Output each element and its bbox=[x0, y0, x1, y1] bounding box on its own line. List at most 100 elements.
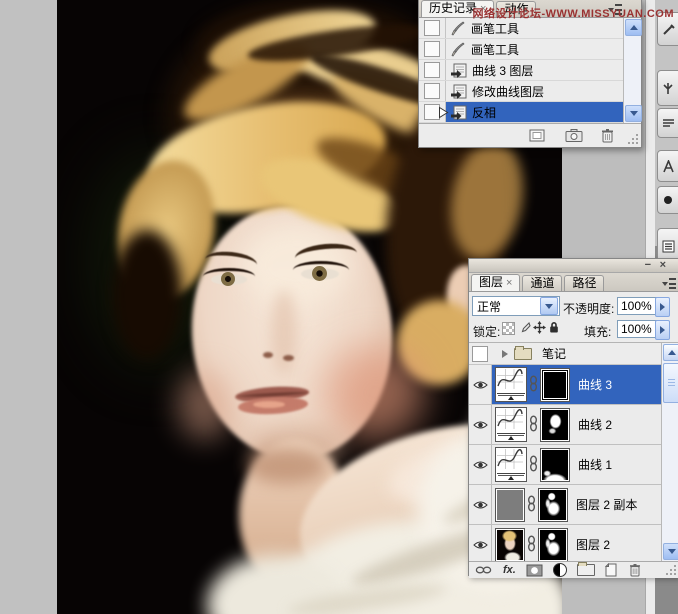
layer-row-content[interactable]: 曲线 2 bbox=[492, 405, 661, 444]
history-brush-well[interactable] bbox=[419, 18, 446, 38]
history-item-content[interactable]: 画笔工具 bbox=[446, 18, 623, 38]
mask-link-toggle[interactable] bbox=[529, 375, 538, 395]
minimize-icon[interactable]: − bbox=[645, 259, 651, 271]
history-brush-well[interactable] bbox=[419, 60, 446, 80]
layer-style-button[interactable]: fx. bbox=[503, 564, 516, 576]
delete-state-button[interactable] bbox=[601, 128, 614, 143]
dock-tool-button[interactable] bbox=[657, 186, 678, 214]
layer-name[interactable]: 图层 2 bbox=[576, 536, 610, 553]
history-item-content[interactable]: 画笔工具 bbox=[446, 39, 623, 59]
new-snapshot-button[interactable] bbox=[565, 129, 583, 142]
history-brush-well[interactable] bbox=[419, 81, 446, 101]
visibility-well[interactable] bbox=[472, 346, 488, 362]
layer-name[interactable]: 曲线 3 bbox=[578, 376, 612, 393]
history-item-content[interactable]: 曲线 3 图层 bbox=[446, 60, 623, 80]
tab-layers[interactable]: 图层× bbox=[471, 274, 520, 291]
expand-triangle-icon[interactable] bbox=[502, 350, 508, 358]
panel-resize-grip[interactable] bbox=[665, 564, 677, 576]
history-brush-well[interactable] bbox=[419, 39, 446, 59]
layer-row-content[interactable]: 曲线 3 bbox=[492, 365, 661, 404]
visibility-toggle[interactable] bbox=[469, 525, 492, 564]
opacity-spinner[interactable] bbox=[655, 297, 670, 317]
fill-spinner[interactable] bbox=[655, 320, 670, 340]
panel-resize-grip[interactable] bbox=[627, 133, 639, 145]
history-item[interactable]: 曲线 3 图层 bbox=[419, 60, 623, 81]
fill-value[interactable]: 100% bbox=[617, 320, 657, 338]
dock-tool-button[interactable] bbox=[657, 108, 678, 138]
history-brush-checkbox[interactable] bbox=[424, 83, 440, 99]
add-layer-mask-button[interactable] bbox=[526, 564, 543, 577]
mask-link-toggle[interactable] bbox=[529, 455, 538, 475]
layer-mask-thumbnail[interactable] bbox=[538, 488, 568, 522]
blend-mode-select[interactable]: 正常 bbox=[472, 296, 560, 316]
tab-history[interactable]: 历史记录× bbox=[421, 0, 494, 17]
delete-layer-button[interactable] bbox=[629, 563, 641, 577]
tab-close-glyph[interactable]: × bbox=[480, 3, 486, 15]
dock-tool-button[interactable] bbox=[657, 70, 678, 106]
close-icon[interactable]: × bbox=[660, 259, 666, 271]
new-layer-button[interactable] bbox=[605, 563, 617, 577]
layer-mask-thumbnail[interactable] bbox=[540, 368, 570, 402]
adjustment-thumbnail[interactable] bbox=[495, 447, 527, 482]
scroll-down-button[interactable] bbox=[663, 543, 678, 560]
visibility-toggle[interactable] bbox=[469, 485, 492, 524]
lock-transparency-icon[interactable] bbox=[502, 322, 515, 335]
scroll-up-button[interactable] bbox=[663, 344, 678, 361]
layer-row[interactable]: 曲线 2 bbox=[469, 405, 661, 445]
dock-tool-button[interactable] bbox=[657, 150, 678, 182]
visibility-toggle[interactable] bbox=[469, 365, 492, 404]
new-group-button[interactable] bbox=[577, 564, 595, 576]
history-brush-checkbox[interactable] bbox=[424, 41, 440, 57]
layer-thumbnail[interactable] bbox=[495, 528, 525, 562]
layer-thumbnail[interactable] bbox=[495, 488, 525, 522]
layer-group-row[interactable]: 笔记 bbox=[469, 343, 661, 365]
layer-name[interactable]: 曲线 2 bbox=[578, 416, 612, 433]
scroll-down-button[interactable] bbox=[625, 105, 642, 122]
new-document-from-state-button[interactable] bbox=[529, 129, 545, 142]
tab-close-glyph[interactable]: × bbox=[506, 277, 512, 289]
layer-mask-thumbnail[interactable] bbox=[540, 408, 570, 442]
mask-link-toggle[interactable] bbox=[529, 415, 538, 435]
lock-position-icon[interactable] bbox=[533, 321, 546, 337]
history-brush-checkbox[interactable] bbox=[424, 20, 440, 36]
history-item[interactable]: 画笔工具 bbox=[419, 18, 623, 39]
history-item[interactable]: 修改曲线图层 bbox=[419, 81, 623, 102]
tab-channels[interactable]: 通道 bbox=[522, 275, 562, 291]
history-item[interactable]: 反相 bbox=[419, 102, 623, 123]
history-scrollbar[interactable] bbox=[623, 18, 641, 123]
layer-row-content[interactable]: 图层 2 bbox=[492, 525, 661, 564]
mask-link-toggle[interactable] bbox=[527, 495, 536, 515]
adjustment-thumbnail[interactable] bbox=[495, 407, 527, 442]
history-item[interactable]: 画笔工具 bbox=[419, 39, 623, 60]
history-item-content[interactable]: 修改曲线图层 bbox=[446, 81, 623, 101]
layers-scrollbar[interactable] bbox=[661, 343, 678, 561]
adjustment-thumbnail[interactable] bbox=[495, 367, 527, 402]
layer-row[interactable]: 图层 2 副本 bbox=[469, 485, 661, 525]
layers-panel-titlebar[interactable]: − × bbox=[469, 259, 678, 273]
layer-mask-thumbnail[interactable] bbox=[538, 528, 568, 562]
layer-row[interactable]: 曲线 3 bbox=[469, 365, 661, 405]
tab-actions[interactable]: 动作 bbox=[496, 1, 536, 17]
layer-name[interactable]: 图层 2 副本 bbox=[576, 496, 637, 513]
layer-row-content[interactable]: 曲线 1 bbox=[492, 445, 661, 484]
mask-link-toggle[interactable] bbox=[527, 535, 536, 555]
layer-row-content[interactable]: 图层 2 副本 bbox=[492, 485, 661, 524]
layer-row[interactable]: 曲线 1 bbox=[469, 445, 661, 485]
history-brush-checkbox[interactable] bbox=[424, 62, 440, 78]
tab-paths[interactable]: 路径 bbox=[564, 275, 604, 291]
new-adjustment-layer-button[interactable] bbox=[553, 563, 567, 577]
layer-mask-thumbnail[interactable] bbox=[540, 448, 570, 482]
lock-all-icon[interactable] bbox=[548, 321, 560, 337]
history-item-content[interactable]: 反相 bbox=[446, 102, 623, 122]
visibility-toggle[interactable] bbox=[469, 405, 492, 444]
lock-paint-icon[interactable] bbox=[518, 321, 531, 337]
layer-name[interactable]: 曲线 1 bbox=[578, 456, 612, 473]
visibility-toggle[interactable] bbox=[469, 445, 492, 484]
opacity-value[interactable]: 100% bbox=[617, 297, 657, 315]
history-panel-menu-button[interactable] bbox=[607, 4, 623, 15]
scroll-thumb[interactable] bbox=[663, 363, 678, 403]
layer-row[interactable]: 图层 2 bbox=[469, 525, 661, 565]
dropdown-button[interactable] bbox=[540, 297, 558, 315]
dock-tool-button[interactable] bbox=[657, 12, 678, 46]
scroll-up-button[interactable] bbox=[625, 19, 642, 36]
